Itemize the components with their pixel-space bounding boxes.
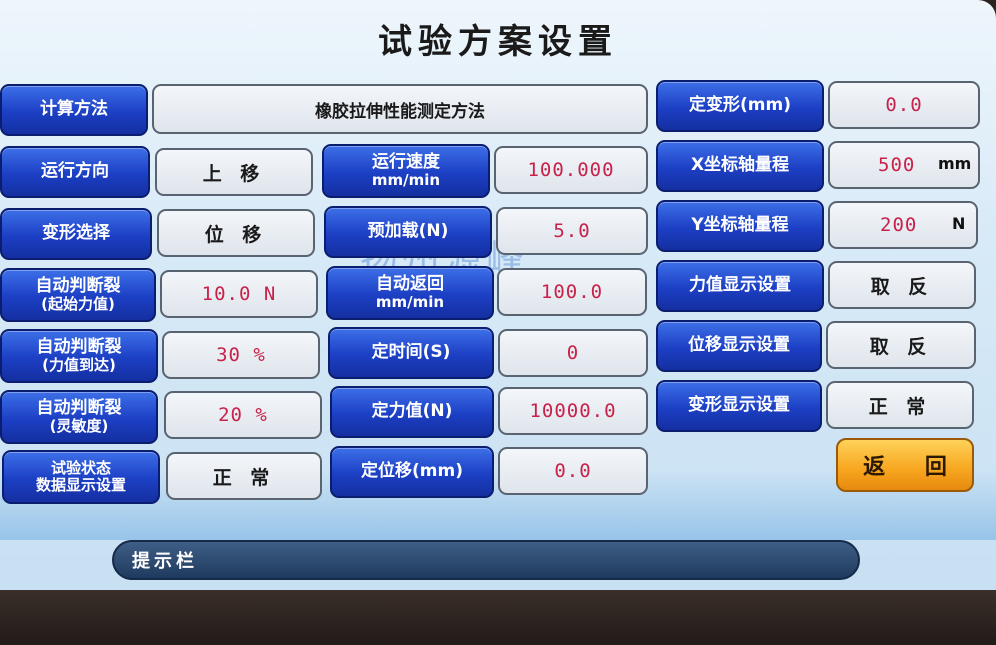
- status-display-value: 正 常: [212, 466, 276, 489]
- deform-select-label: 变形选择: [0, 208, 152, 260]
- status-display-label: 试验状态 数据显示设置: [2, 450, 160, 504]
- calc-method-value: 橡胶拉伸性能测定方法: [315, 101, 485, 122]
- fixed-time-value: 0: [566, 342, 580, 364]
- status-display-field[interactable]: 正 常: [166, 452, 322, 500]
- auto-break-reach-field[interactable]: 30 %: [162, 331, 320, 379]
- auto-break-sens-label: 自动判断裂 (灵敏度): [0, 390, 158, 444]
- y-range-value: 200: [880, 214, 918, 236]
- auto-return-line1: 自动返回: [376, 273, 444, 294]
- speed-label: 运行速度 mm/min: [322, 144, 490, 198]
- preload-label: 预加载(N): [324, 206, 492, 258]
- fixed-deform-label-text: 定变形(mm): [689, 95, 791, 116]
- fixed-disp-label-text: 定位移(mm): [361, 461, 463, 482]
- deform-display-value: 正 常: [868, 395, 932, 418]
- deform-display-label: 变形显示设置: [656, 380, 822, 432]
- x-range-value: 500: [878, 154, 916, 176]
- disp-display-label: 位移显示设置: [656, 320, 822, 372]
- speed-line2: mm/min: [371, 171, 441, 190]
- deform-select-value: 位 移: [204, 223, 268, 246]
- fixed-time-field[interactable]: 0: [498, 329, 648, 377]
- disp-display-field[interactable]: 取 反: [826, 321, 976, 369]
- fixed-deform-label: 定变形(mm): [656, 80, 824, 132]
- x-range-label-text: X坐标轴量程: [690, 155, 790, 176]
- force-display-field[interactable]: 取 反: [828, 261, 976, 309]
- auto-break-reach-line2: (力值到达): [42, 356, 116, 375]
- status-display-line2: 数据显示设置: [35, 476, 126, 494]
- disp-display-label-text: 位移显示设置: [688, 335, 790, 356]
- preload-field[interactable]: 5.0: [496, 207, 648, 255]
- force-display-label: 力值显示设置: [656, 260, 824, 312]
- disp-display-value: 取 反: [869, 335, 933, 358]
- hint-bar: 提示栏: [112, 540, 860, 580]
- auto-break-reach-value: 30 %: [216, 344, 266, 366]
- fixed-deform-value: 0.0: [885, 94, 923, 116]
- y-range-label-text: Y坐标轴量程: [691, 215, 789, 236]
- fixed-deform-field[interactable]: 0.0: [828, 81, 980, 129]
- force-display-label-text: 力值显示设置: [689, 275, 791, 296]
- y-range-unit: N: [952, 214, 966, 233]
- page-title: 试验方案设置: [378, 22, 618, 62]
- settings-screen: 试验方案设置 扬州源峰 计算方法 橡胶拉伸性能测定方法 运行方向 上 移 变形选…: [0, 0, 996, 590]
- force-display-value: 取 反: [870, 275, 934, 298]
- direction-label-text: 运行方向: [41, 161, 109, 182]
- auto-break-sens-field[interactable]: 20 %: [164, 391, 322, 439]
- speed-field[interactable]: 100.000: [494, 146, 648, 194]
- status-display-line1: 试验状态: [50, 458, 111, 477]
- deform-select-label-text: 变形选择: [42, 223, 110, 244]
- y-range-label: Y坐标轴量程: [656, 200, 824, 252]
- calc-method-label: 计算方法: [0, 84, 148, 136]
- auto-break-reach-label: 自动判断裂 (力值到达): [0, 329, 158, 383]
- auto-break-reach-line1: 自动判断裂: [36, 336, 122, 357]
- x-range-label: X坐标轴量程: [656, 140, 824, 192]
- fixed-force-value: 10000.0: [529, 400, 617, 422]
- fixed-disp-field[interactable]: 0.0: [498, 447, 648, 495]
- back-button[interactable]: 返 回: [836, 438, 974, 492]
- speed-value: 100.000: [527, 159, 615, 181]
- x-range-unit: mm: [938, 154, 972, 173]
- calc-method-field[interactable]: 橡胶拉伸性能测定方法: [152, 84, 648, 134]
- auto-break-start-field[interactable]: 10.0 N: [160, 270, 318, 318]
- direction-label: 运行方向: [0, 146, 150, 198]
- deform-display-field[interactable]: 正 常: [826, 381, 974, 429]
- fixed-force-label: 定力值(N): [330, 386, 494, 438]
- fixed-time-label: 定时间(S): [328, 327, 494, 379]
- fixed-force-field[interactable]: 10000.0: [498, 387, 648, 435]
- auto-break-start-label: 自动判断裂 (起始力值): [0, 268, 156, 322]
- deform-select-field[interactable]: 位 移: [157, 209, 315, 257]
- auto-break-sens-line1: 自动判断裂: [36, 397, 122, 418]
- fixed-disp-label: 定位移(mm): [330, 446, 494, 498]
- fixed-time-label-text: 定时间(S): [371, 342, 451, 363]
- preload-value: 5.0: [553, 220, 591, 242]
- device-bezel: [0, 590, 996, 645]
- fixed-force-label-text: 定力值(N): [371, 401, 453, 422]
- direction-value: 上 移: [202, 162, 266, 185]
- preload-label-text: 预加载(N): [367, 221, 449, 242]
- auto-break-start-value: 10.0 N: [201, 283, 277, 305]
- auto-return-line2: mm/min: [375, 293, 445, 312]
- calc-method-label-text: 计算方法: [40, 99, 108, 120]
- deform-display-label-text: 变形显示设置: [688, 395, 790, 416]
- auto-break-sens-line2: (灵敏度): [49, 417, 109, 436]
- auto-return-field[interactable]: 100.0: [497, 268, 647, 316]
- auto-return-label: 自动返回 mm/min: [326, 266, 494, 320]
- auto-break-start-line1: 自动判断裂: [35, 275, 121, 296]
- hint-bar-label: 提示栏: [132, 551, 198, 572]
- direction-field[interactable]: 上 移: [155, 148, 313, 196]
- fixed-disp-value: 0.0: [554, 460, 592, 482]
- auto-return-value: 100.0: [540, 281, 604, 303]
- auto-break-sens-value: 20 %: [218, 404, 268, 426]
- speed-line1: 运行速度: [372, 151, 440, 172]
- auto-break-start-line2: (起始力值): [41, 295, 115, 314]
- back-button-label: 返 回: [863, 455, 963, 480]
